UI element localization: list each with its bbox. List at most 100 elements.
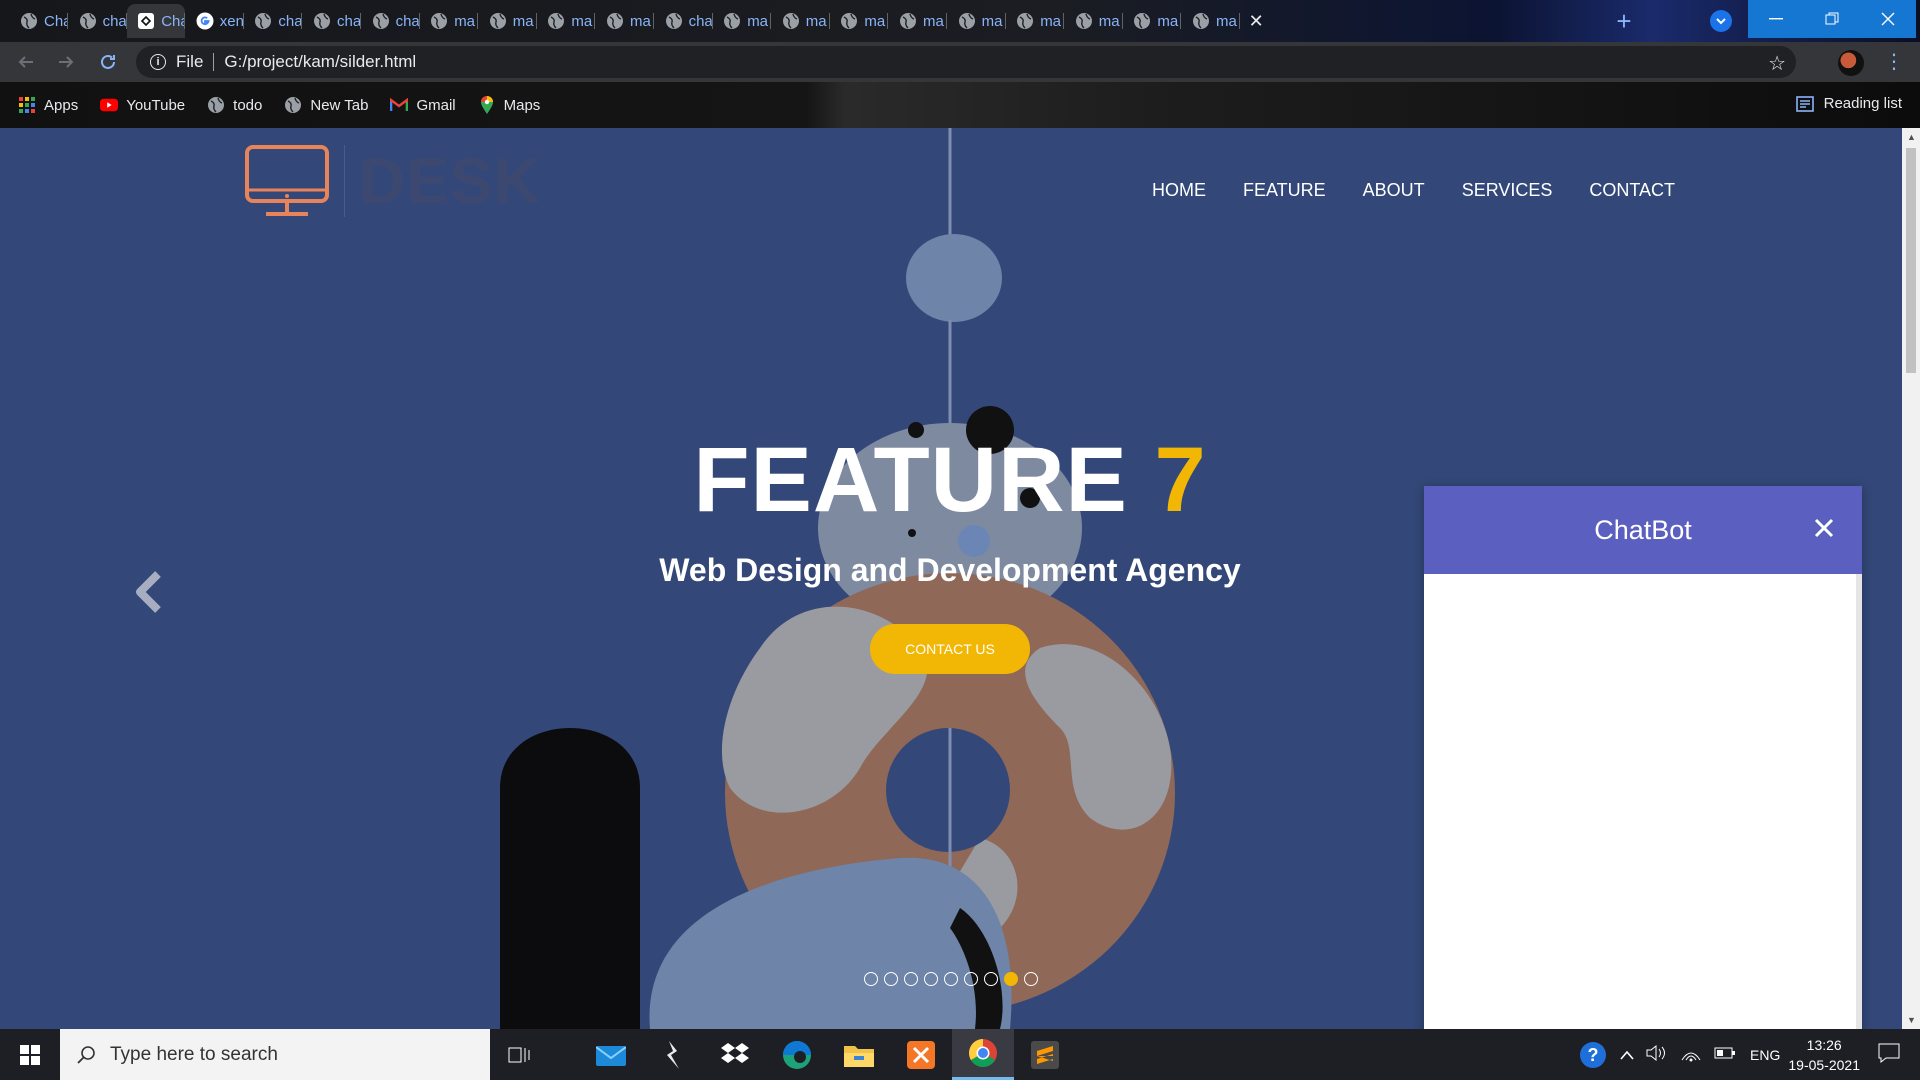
chevron-up-icon[interactable] — [1620, 1047, 1634, 1063]
nav-link-about[interactable]: ABOUT — [1363, 180, 1425, 201]
volume-icon[interactable] — [1646, 1044, 1668, 1065]
tab-title: ma — [805, 12, 827, 30]
browser-tab[interactable]: ma — [772, 4, 830, 38]
bookmark-star-icon[interactable]: ☆ — [1768, 51, 1786, 76]
help-icon[interactable]: ? — [1578, 1040, 1608, 1070]
browser-tab[interactable]: xen — [186, 4, 244, 38]
system-tray: ? ENG 13:26 19-05-2021 — [1578, 1029, 1920, 1080]
chrome-app[interactable] — [952, 1029, 1014, 1080]
browser-tab[interactable]: Cha — [127, 4, 186, 38]
dropbox-app[interactable] — [704, 1029, 766, 1080]
edge-app[interactable] — [766, 1029, 828, 1080]
tab-close-button[interactable]: ✕ — [1237, 4, 1267, 38]
battery-icon[interactable] — [1714, 1046, 1736, 1063]
nav-link-services[interactable]: SERVICES — [1462, 180, 1553, 201]
bookmark-item[interactable]: New Tab — [284, 96, 368, 114]
bookmark-item[interactable]: Gmail — [390, 96, 456, 114]
browser-tab[interactable]: ma — [830, 4, 889, 38]
minimize-button[interactable] — [1748, 0, 1804, 38]
tab-title: ma — [1216, 12, 1237, 30]
reading-list-icon — [1795, 95, 1814, 112]
browser-tab[interactable]: cha — [362, 4, 420, 38]
globe-icon — [1075, 12, 1093, 30]
new-tab-button[interactable]: + — [1610, 8, 1638, 36]
slider-dot[interactable] — [904, 972, 918, 986]
taskbar-search[interactable]: Type here to search — [60, 1029, 490, 1080]
tab-search-button[interactable] — [1710, 10, 1732, 32]
globe-icon — [782, 12, 800, 30]
browser-tab[interactable]: ma — [948, 4, 1006, 38]
bookmarks-bar: Apps YouTube todo New Tab Gmail Maps Reading … — [0, 82, 1920, 128]
site-logo[interactable]: DESK — [244, 144, 541, 218]
site-info-icon[interactable]: i — [150, 54, 166, 70]
page-scrollbar[interactable]: ▲ ▼ — [1902, 128, 1920, 1029]
chatbot-header: ChatBot — [1424, 486, 1862, 574]
browser-tab[interactable]: ma — [1065, 4, 1123, 38]
minimize-icon — [1769, 18, 1783, 20]
scroll-up-icon[interactable]: ▲ — [1907, 132, 1916, 142]
notifications-icon[interactable] — [1878, 1043, 1900, 1066]
bookmark-item[interactable]: todo — [207, 96, 262, 114]
browser-tab[interactable]: cha — [655, 4, 713, 38]
language-indicator[interactable]: ENG — [1750, 1047, 1780, 1063]
browser-tab[interactable]: cha — [303, 4, 361, 38]
slider-dot[interactable] — [984, 972, 998, 986]
browser-tab[interactable]: Cha — [10, 4, 68, 38]
tab-title: ma — [571, 12, 593, 30]
globe-icon — [430, 12, 448, 30]
globe-icon — [489, 12, 507, 30]
browser-toolbar: i File G:/project/kam/silder.html ☆ ⋮ — [0, 42, 1920, 82]
restore-button[interactable] — [1804, 0, 1860, 38]
browser-tab[interactable]: ma — [537, 4, 596, 38]
browser-tab[interactable]: ma — [420, 4, 479, 38]
globe-icon — [1133, 12, 1151, 30]
browser-tab[interactable]: ma — [596, 4, 654, 38]
slider-dot[interactable] — [1024, 972, 1038, 986]
address-bar[interactable]: i File G:/project/kam/silder.html ☆ — [136, 46, 1796, 78]
xampp-app[interactable] — [890, 1029, 952, 1080]
forward-button[interactable] — [54, 50, 78, 74]
scrollbar-thumb[interactable] — [1906, 148, 1916, 373]
reading-list-button[interactable]: Reading list — [1795, 95, 1902, 112]
browser-tab[interactable]: ma — [1006, 4, 1065, 38]
slider-dot[interactable] — [964, 972, 978, 986]
close-window-button[interactable] — [1860, 0, 1916, 38]
nav-link-feature[interactable]: FEATURE — [1243, 180, 1326, 201]
browser-tab[interactable]: ma — [713, 4, 772, 38]
back-button[interactable] — [14, 50, 38, 74]
file-explorer-app[interactable] — [828, 1029, 890, 1080]
globe-icon — [284, 96, 302, 114]
chatbot-close-button[interactable] — [1808, 512, 1840, 544]
sublime-text-app[interactable] — [1014, 1029, 1076, 1080]
browser-tab[interactable]: ma — [1123, 4, 1182, 38]
tab-title: ma — [1098, 12, 1120, 30]
slider-dot[interactable] — [924, 972, 938, 986]
bookmark-item[interactable]: Maps — [478, 96, 540, 114]
task-view-button[interactable] — [488, 1029, 550, 1080]
bookmark-item[interactable]: Apps — [18, 96, 78, 114]
mail-app[interactable] — [580, 1029, 642, 1080]
profile-avatar[interactable] — [1838, 50, 1864, 76]
browser-menu-icon[interactable]: ⋮ — [1884, 52, 1904, 72]
scheme-label: File — [176, 52, 204, 71]
start-button[interactable] — [0, 1029, 60, 1080]
browser-tab[interactable]: cha — [244, 4, 303, 38]
browser-tab[interactable]: ma — [1182, 4, 1240, 38]
browser-tab[interactable]: ma — [889, 4, 947, 38]
browser-tab[interactable]: cha — [69, 4, 127, 38]
clock[interactable]: 13:26 19-05-2021 — [1788, 1035, 1860, 1075]
scroll-down-icon[interactable]: ▼ — [1907, 1015, 1916, 1025]
slider-dot[interactable] — [864, 972, 878, 986]
wifi-icon[interactable] — [1680, 1044, 1702, 1065]
stackoverflow-app[interactable] — [642, 1029, 704, 1080]
slider-dot[interactable] — [944, 972, 958, 986]
bookmark-item[interactable]: YouTube — [100, 96, 185, 114]
tab-title: ma — [981, 12, 1003, 30]
nav-link-home[interactable]: HOME — [1152, 180, 1206, 201]
slider-dot[interactable] — [1004, 972, 1018, 986]
reload-button[interactable] — [96, 50, 120, 74]
slider-dot[interactable] — [884, 972, 898, 986]
nav-link-contact[interactable]: CONTACT — [1589, 180, 1675, 201]
contact-us-button[interactable]: CONTACT US — [870, 624, 1030, 674]
browser-tab[interactable]: ma — [479, 4, 537, 38]
